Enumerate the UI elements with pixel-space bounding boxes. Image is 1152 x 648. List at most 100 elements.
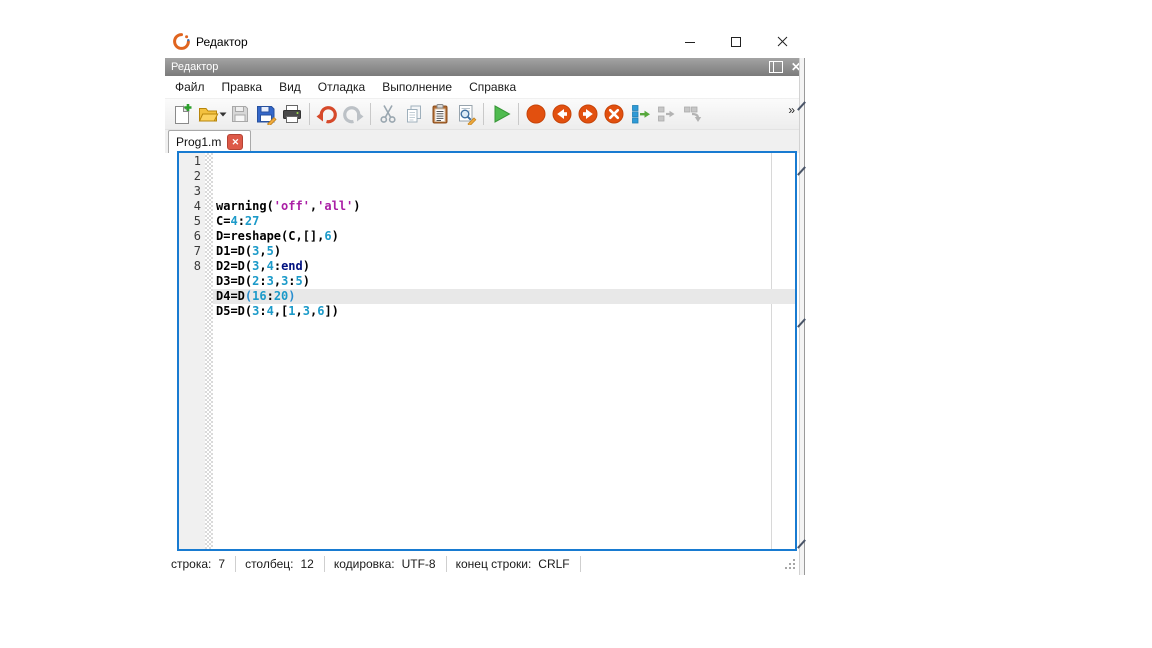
menu-item-4[interactable]: Выполнение <box>375 77 459 97</box>
code-segment: D5=D( <box>216 304 252 318</box>
copy-button[interactable] <box>401 101 427 127</box>
code-segment: 16 <box>252 289 266 303</box>
code-segment: ]) <box>324 304 338 318</box>
code-line-8[interactable]: D5=D(3:4,[1,3,6]) <box>213 304 795 319</box>
code-segment: : <box>238 214 245 228</box>
window-controls <box>667 25 805 58</box>
paste-button[interactable] <box>427 101 453 127</box>
code-segment: ,[ <box>274 304 288 318</box>
toolbar-separator <box>483 103 484 125</box>
code-segment: 'all' <box>317 199 353 213</box>
run-button[interactable] <box>488 101 514 127</box>
code-segment: 4 <box>267 304 274 318</box>
resize-grip[interactable] <box>785 559 795 569</box>
menu-item-3[interactable]: Отладка <box>311 77 372 97</box>
code-segment: : <box>267 289 274 303</box>
code-line-1[interactable]: warning('off','all') <box>213 199 795 214</box>
code-segment: D=reshape(C,[], <box>216 229 324 243</box>
code-segment: 1 <box>288 304 295 318</box>
menu-item-5[interactable]: Справка <box>462 77 523 97</box>
tab-prog1[interactable]: Prog1.m ✕ <box>168 130 251 153</box>
code-segment: ) <box>288 289 295 303</box>
tab-close-icon[interactable]: ✕ <box>227 134 243 150</box>
status-value: UTF-8 <box>402 557 436 571</box>
toolbar-overflow-chevron[interactable]: » <box>788 103 795 117</box>
line-number[interactable]: 2 <box>179 169 205 184</box>
line-number[interactable]: 3 <box>179 184 205 199</box>
close-button[interactable] <box>759 25 805 58</box>
code-line-5[interactable]: D2=D(3,4:end) <box>213 259 795 274</box>
cut-button[interactable] <box>375 101 401 127</box>
menu-item-1[interactable]: Правка <box>215 77 270 97</box>
status-label: столбец: <box>245 557 293 571</box>
step-button[interactable] <box>627 101 653 127</box>
minimize-button[interactable] <box>667 25 713 58</box>
step-out-button[interactable] <box>679 101 705 127</box>
tab-label: Prog1.m <box>176 135 221 149</box>
toolbar-separator <box>370 103 371 125</box>
status-label: строка: <box>171 557 211 571</box>
undo-button[interactable] <box>314 101 340 127</box>
code-segment: 5 <box>296 274 303 288</box>
line-number[interactable]: 7 <box>179 244 205 259</box>
code-segment: : <box>259 274 266 288</box>
code-line-3[interactable]: D=reshape(C,[],6) <box>213 229 795 244</box>
tab-bar: Prog1.m ✕ <box>165 130 805 153</box>
code-segment: C= <box>216 214 230 228</box>
code-segment: 3 <box>303 304 310 318</box>
code-area[interactable]: warning('off','all')C=4:27D=reshape(C,[]… <box>213 153 795 549</box>
code-editor[interactable]: 12345678 warning('off','all')C=4:27D=res… <box>177 151 797 551</box>
find-replace-button[interactable] <box>453 101 479 127</box>
code-line-6[interactable]: D3=D(2:3,3:5) <box>213 274 795 289</box>
code-segment: D2=D( <box>216 259 252 273</box>
undock-icon[interactable] <box>769 61 783 73</box>
status-label: конец строки: <box>456 557 532 571</box>
new-script-button[interactable] <box>169 101 195 127</box>
code-line-2[interactable]: C=4:27 <box>213 214 795 229</box>
code-segment: , <box>274 274 281 288</box>
line-number[interactable]: 1 <box>179 154 205 169</box>
line-number[interactable]: 6 <box>179 229 205 244</box>
status-label: кодировка: <box>334 557 395 571</box>
code-segment: ) <box>332 229 339 243</box>
maximize-button[interactable] <box>713 25 759 58</box>
step-in-button[interactable] <box>653 101 679 127</box>
status-value: 7 <box>218 557 225 571</box>
open-dropdown-caret-icon[interactable] <box>218 101 227 127</box>
status-bar: строка:7столбец:12кодировка:UTF-8конец с… <box>165 552 797 575</box>
panel-controls: ✕ <box>769 58 801 76</box>
editor-window: Редактор Редактор ✕ ФайлПравкаВидОтладка… <box>165 25 805 575</box>
toolbar-separator <box>518 103 519 125</box>
code-segment: D4=D <box>216 289 245 303</box>
save-button[interactable] <box>227 101 253 127</box>
remove-all-breakpoints-button[interactable] <box>601 101 627 127</box>
code-segment: ) <box>274 244 281 258</box>
code-line-4[interactable]: D1=D(3,5) <box>213 244 795 259</box>
window-right-border <box>799 58 805 575</box>
code-line-7[interactable]: D4=D(16:20) <box>213 289 795 304</box>
panel-titlebar[interactable]: Редактор ✕ <box>165 58 805 76</box>
line-number[interactable]: 5 <box>179 214 205 229</box>
code-segment: 20 <box>274 289 288 303</box>
octave-logo-icon <box>173 33 190 50</box>
line-number[interactable]: 8 <box>179 259 205 274</box>
previous-breakpoint-button[interactable] <box>549 101 575 127</box>
menu-item-0[interactable]: Файл <box>168 77 212 97</box>
code-segment: 'off' <box>274 199 310 213</box>
menu-bar: ФайлПравкаВидОтладкаВыполнениеСправка <box>165 76 805 99</box>
line-number-gutter[interactable]: 12345678 <box>179 153 205 549</box>
save-as-button[interactable] <box>253 101 279 127</box>
line-number[interactable]: 4 <box>179 199 205 214</box>
next-breakpoint-button[interactable] <box>575 101 601 127</box>
redo-button[interactable] <box>340 101 366 127</box>
fold-margin[interactable] <box>205 153 213 549</box>
panel-title: Редактор <box>171 61 218 73</box>
window-title: Редактор <box>196 35 248 49</box>
menu-item-2[interactable]: Вид <box>272 77 308 97</box>
code-segment: , <box>259 244 266 258</box>
code-segment: 6 <box>324 229 331 243</box>
print-button[interactable] <box>279 101 305 127</box>
toggle-breakpoint-button[interactable] <box>523 101 549 127</box>
code-segment: warning( <box>216 199 274 213</box>
code-segment: : <box>274 259 281 273</box>
